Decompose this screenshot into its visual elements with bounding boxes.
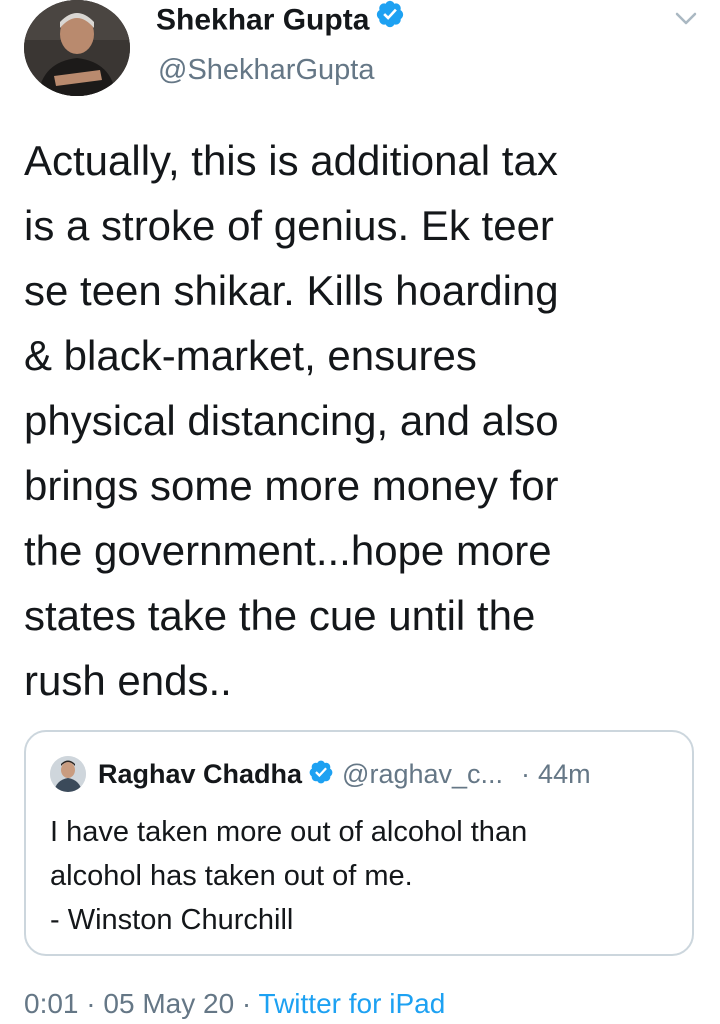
author-name[interactable]: Shekhar Gupta	[156, 3, 369, 36]
author-name-row[interactable]: Shekhar Gupta	[156, 0, 405, 41]
verified-badge-icon	[308, 759, 334, 790]
quoted-tweet-header: Raghav Chadha @raghav_c... · 44m	[50, 754, 591, 794]
quoted-author-handle: @raghav_c...	[342, 758, 504, 789]
quoted-author-avatar	[50, 756, 86, 792]
tweet-date[interactable]: 05 May 20	[103, 988, 234, 1019]
quoted-tweet-card[interactable]: Raghav Chadha @raghav_c... · 44m I have …	[24, 730, 694, 956]
tweet-time[interactable]: 0:01	[24, 988, 79, 1019]
chevron-down-icon[interactable]	[672, 6, 700, 30]
separator-dot: ·	[521, 758, 531, 789]
quoted-tweet-text: I have taken more out of alcohol than al…	[50, 816, 528, 936]
verified-badge-icon	[375, 0, 405, 38]
tweet-meta: 0:01 · 05 May 20 · Twitter for iPad	[24, 984, 445, 1024]
tweet-source-link[interactable]: Twitter for iPad	[259, 988, 446, 1019]
tweet-text: Actually, this is additional tax is a st…	[24, 137, 559, 704]
separator-dot: ·	[86, 988, 96, 1019]
author-avatar[interactable]	[24, 0, 130, 96]
quoted-author-name: Raghav Chadha	[98, 758, 303, 789]
author-handle[interactable]: @ShekharGupta	[158, 52, 374, 88]
quoted-tweet-time: 44m	[538, 758, 591, 789]
separator-dot: ·	[241, 988, 252, 1019]
